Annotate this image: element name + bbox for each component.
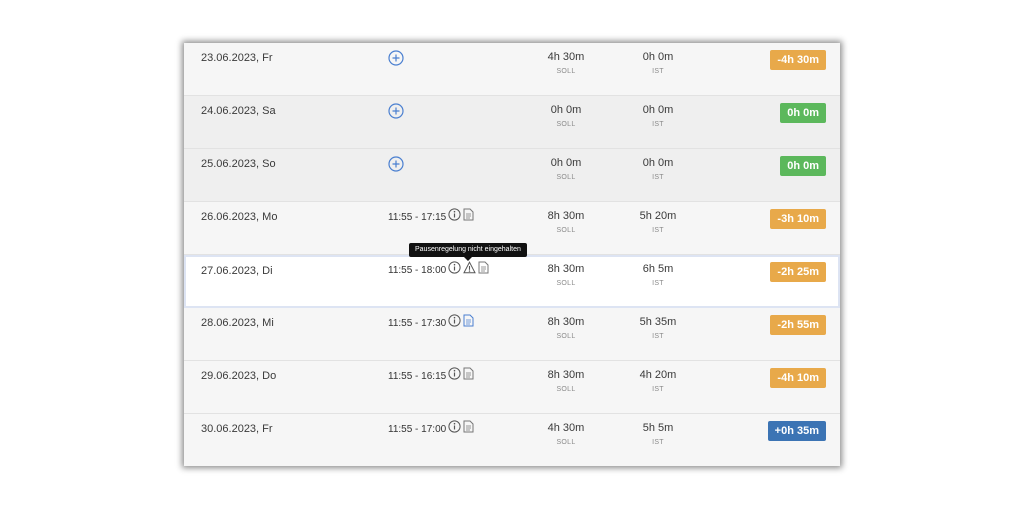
table-row-selected: 27.06.2023, Di 11:55 - 18:00 8h 30m SOLL … [184,255,840,308]
soll-value: 0h 0m SOLL [550,157,582,181]
table-row: 30.06.2023, Fr 11:55 - 17:00 4h 30m SOLL … [184,414,840,466]
add-entry-icon[interactable] [388,103,404,124]
table-row: 23.06.2023, Fr 4h 30m SOLL 0h 0m IST -4h 3… [184,43,840,96]
tooltip-arrow [464,257,472,261]
ist-value: 5h 20m IST [639,210,677,234]
document-icon[interactable] [463,420,474,438]
row-date: 28.06.2023, Mi [201,317,274,329]
time-range-text: 11:55 - 18:00 [388,264,447,276]
table-row: 24.06.2023, Sa 0h 0m SOLL 0h 0m IST 0h 0m [184,96,840,149]
time-range: 11:55 - 17:30 [388,314,474,332]
balance-badge: -4h 10m [770,368,826,388]
ist-value: 4h 20m IST [639,369,677,393]
ist-value: 0h 0m IST [642,104,674,128]
balance-badge: -2h 55m [770,315,826,335]
time-range-text: 11:55 - 17:30 [388,317,447,329]
ist-value: 5h 35m IST [639,316,677,340]
ist-value: 0h 0m IST [642,51,674,75]
time-range: 11:55 - 17:15 [388,208,474,226]
ist-value: 6h 5m IST [642,263,674,287]
soll-value: 4h 30m SOLL [547,422,585,446]
table-row: 28.06.2023, Mi 11:55 - 17:30 8h 30m SOLL … [184,308,840,361]
warning-tooltip: Pausenregelung nicht eingehalten [409,243,527,257]
row-date: 24.06.2023, Sa [201,105,276,117]
ist-value: 0h 0m IST [642,157,674,181]
row-date: 30.06.2023, Fr [201,423,273,435]
balance-badge: -4h 30m [770,50,826,70]
row-date: 29.06.2023, Do [201,370,277,382]
balance-badge: -3h 10m [770,209,826,229]
time-range-text: 11:55 - 16:15 [388,370,447,382]
document-icon[interactable] [463,208,474,226]
row-date: 25.06.2023, So [201,158,276,170]
time-range: 11:55 - 16:15 [388,367,474,385]
balance-badge: -2h 25m [770,262,826,282]
balance-badge: 0h 0m [780,156,826,176]
document-icon[interactable] [478,261,489,279]
info-icon[interactable] [448,261,461,279]
balance-badge: 0h 0m [780,103,826,123]
soll-value: 8h 30m SOLL [547,369,585,393]
time-range-text: 11:55 - 17:15 [388,211,447,223]
table-row: 25.06.2023, So 0h 0m SOLL 0h 0m IST 0h 0m [184,149,840,202]
balance-badge: +0h 35m [767,421,826,441]
info-icon[interactable] [448,208,461,226]
time-range: 11:55 - 17:00 [388,420,474,438]
soll-value: 8h 30m SOLL [547,263,585,287]
soll-value: 0h 0m SOLL [550,104,582,128]
info-icon[interactable] [448,367,461,385]
row-date: 23.06.2023, Fr [201,52,273,64]
row-date: 26.06.2023, Mo [201,211,278,223]
soll-value: 4h 30m SOLL [547,51,585,75]
document-icon[interactable] [463,367,474,385]
soll-value: 8h 30m SOLL [547,316,585,340]
info-icon[interactable] [448,314,461,332]
add-entry-icon[interactable] [388,50,404,71]
soll-value: 8h 30m SOLL [547,210,585,234]
ist-value: 5h 5m IST [642,422,674,446]
table-row: 29.06.2023, Do 11:55 - 16:15 8h 30m SOLL … [184,361,840,414]
time-range-text: 11:55 - 17:00 [388,423,447,435]
warning-icon[interactable] [463,261,477,279]
row-date: 27.06.2023, Di [201,265,273,277]
info-icon[interactable] [448,420,461,438]
document-icon[interactable] [463,314,474,332]
time-range: 11:55 - 18:00 [388,261,489,279]
add-entry-icon[interactable] [388,156,404,177]
